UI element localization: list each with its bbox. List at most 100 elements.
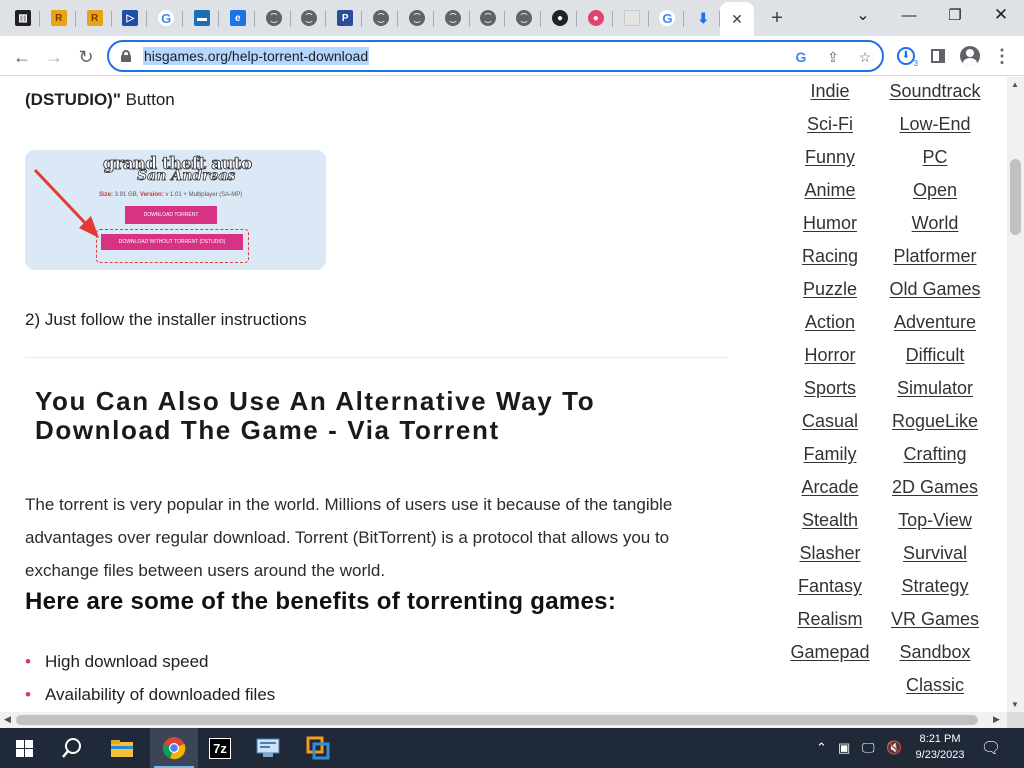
category-link-sports[interactable]: Sports <box>775 374 885 407</box>
category-link-crafting[interactable]: Crafting <box>880 440 990 473</box>
back-button[interactable]: ← <box>8 43 36 71</box>
volume-muted-icon[interactable]: 🔇 <box>886 740 902 756</box>
category-link-funny[interactable]: Funny <box>775 143 885 176</box>
category-link-adventure[interactable]: Adventure <box>880 308 990 341</box>
category-link-survival[interactable]: Survival <box>880 539 990 572</box>
vertical-scrollbar[interactable]: ▲ ▼ <box>1007 77 1024 712</box>
browser-tab[interactable]: G <box>650 3 685 33</box>
scroll-right-arrow[interactable]: ▶ <box>993 714 1000 725</box>
profile-button[interactable] <box>958 44 982 68</box>
7zip-button[interactable]: 7z <box>196 728 244 768</box>
browser-tab[interactable] <box>507 3 542 33</box>
browser-tab[interactable]: R <box>42 3 76 33</box>
downloads-button[interactable]: ⬇ 3 <box>894 44 918 68</box>
category-link-gamepad[interactable]: Gamepad <box>775 638 885 671</box>
vmware-button[interactable] <box>294 728 342 768</box>
address-bar[interactable]: hisgames.org/help-torrent-download G ⇪ ☆ <box>107 40 884 72</box>
bookmark-star-icon[interactable]: ☆ <box>855 47 875 67</box>
browser-tab[interactable]: ▥ <box>6 3 40 33</box>
category-link-open[interactable]: Open <box>880 176 990 209</box>
system-clock[interactable]: 8:21 PM 9/23/2023 <box>908 731 972 763</box>
close-window-button[interactable]: ✕ <box>978 0 1024 30</box>
tray-expand-icon[interactable]: ⌃ <box>816 740 827 756</box>
category-link-simulator[interactable]: Simulator <box>880 374 990 407</box>
category-link-humor[interactable]: Humor <box>775 209 885 242</box>
restore-button[interactable]: ❐ <box>932 0 978 30</box>
category-link-world[interactable]: World <box>880 209 990 242</box>
browser-tab[interactable] <box>257 3 291 33</box>
scroll-up-arrow[interactable]: ▲ <box>1011 80 1019 89</box>
category-link-slasher[interactable]: Slasher <box>775 539 885 572</box>
pr-logo-icon: P <box>337 10 354 26</box>
horizontal-scrollbar[interactable]: ◀ ▶ <box>0 712 1007 728</box>
category-link-roguelike[interactable]: RogueLike <box>880 407 990 440</box>
vertical-scroll-thumb[interactable] <box>1010 159 1021 235</box>
browser-tab[interactable]: P <box>328 3 363 33</box>
browser-tab[interactable]: ⬇ <box>686 3 721 33</box>
category-link-anime[interactable]: Anime <box>775 176 885 209</box>
file-explorer-button[interactable] <box>98 728 146 768</box>
category-link-stealth[interactable]: Stealth <box>775 506 885 539</box>
category-link-casual[interactable]: Casual <box>775 407 885 440</box>
browser-tab[interactable]: G <box>149 3 184 33</box>
category-link-vr-games[interactable]: VR Games <box>880 605 990 638</box>
category-link-pc[interactable]: PC <box>880 143 990 176</box>
new-tab-button[interactable]: + <box>764 5 790 31</box>
scroll-down-arrow[interactable]: ▼ <box>1011 700 1019 709</box>
browser-tab[interactable]: R <box>78 3 112 33</box>
url-text[interactable]: hisgames.org/help-torrent-download <box>143 47 370 65</box>
category-link-realism[interactable]: Realism <box>775 605 885 638</box>
tab-search-button[interactable]: ⌄ <box>840 0 886 30</box>
browser-tab[interactable] <box>400 3 434 33</box>
menu-button[interactable]: ⋮ <box>990 44 1014 68</box>
horizontal-scroll-thumb[interactable] <box>16 715 978 725</box>
category-link-difficult[interactable]: Difficult <box>880 341 990 374</box>
category-link-sandbox[interactable]: Sandbox <box>880 638 990 671</box>
browser-tab[interactable]: ▷ <box>113 3 148 33</box>
chrome-taskbar-button[interactable] <box>150 728 198 768</box>
close-tab-icon[interactable]: ✕ <box>731 11 743 28</box>
category-link-fantasy[interactable]: Fantasy <box>775 572 885 605</box>
forward-button[interactable]: → <box>40 43 68 71</box>
google-lens-icon[interactable]: G <box>791 47 811 67</box>
category-link-arcade[interactable]: Arcade <box>775 473 885 506</box>
category-link-2d-games[interactable]: 2D Games <box>880 473 990 506</box>
category-link-action[interactable]: Action <box>775 308 885 341</box>
category-link-sci-fi[interactable]: Sci-Fi <box>775 110 885 143</box>
start-button[interactable] <box>0 728 48 768</box>
network-icon[interactable]: 🖵 <box>862 740 875 756</box>
share-icon[interactable]: ⇪ <box>823 47 843 67</box>
control-panel-button[interactable] <box>244 728 292 768</box>
category-link-family[interactable]: Family <box>775 440 885 473</box>
category-link-top-view[interactable]: Top-View <box>880 506 990 539</box>
browser-tab[interactable] <box>615 3 649 33</box>
scroll-left-arrow[interactable]: ◀ <box>4 714 11 725</box>
category-link-platformer[interactable]: Platformer <box>880 242 990 275</box>
category-link-soundtrack[interactable]: Soundtrack <box>880 77 990 110</box>
globe-icon <box>516 10 533 26</box>
browser-tab[interactable] <box>364 3 398 33</box>
notification-center-button[interactable]: 🗨 <box>978 736 1004 760</box>
browser-tab[interactable] <box>471 3 506 33</box>
category-link-strategy[interactable]: Strategy <box>880 572 990 605</box>
category-link-old-games[interactable]: Old Games <box>880 275 990 308</box>
browser-tab[interactable]: ▬ <box>185 3 219 33</box>
browser-tab[interactable]: ● <box>579 3 613 33</box>
category-link-low-end[interactable]: Low-End <box>880 110 990 143</box>
active-tab[interactable]: ✕ <box>720 2 754 36</box>
browser-tab[interactable] <box>292 3 327 33</box>
category-link-racing[interactable]: Racing <box>775 242 885 275</box>
browser-tab[interactable]: ● <box>543 3 577 33</box>
category-link-horror[interactable]: Horror <box>775 341 885 374</box>
reload-button[interactable]: ↻ <box>72 43 100 71</box>
search-button[interactable] <box>48 728 96 768</box>
network-warning-icon[interactable]: ▣ <box>838 740 850 756</box>
side-panel-button[interactable] <box>926 44 950 68</box>
lock-icon[interactable] <box>121 50 131 62</box>
minimize-button[interactable]: — <box>886 0 932 30</box>
browser-tab[interactable]: e <box>221 3 255 33</box>
category-link-indie[interactable]: Indie <box>775 77 885 110</box>
category-link-classic[interactable]: Classic <box>880 671 990 704</box>
browser-tab[interactable] <box>436 3 470 33</box>
category-link-puzzle[interactable]: Puzzle <box>775 275 885 308</box>
